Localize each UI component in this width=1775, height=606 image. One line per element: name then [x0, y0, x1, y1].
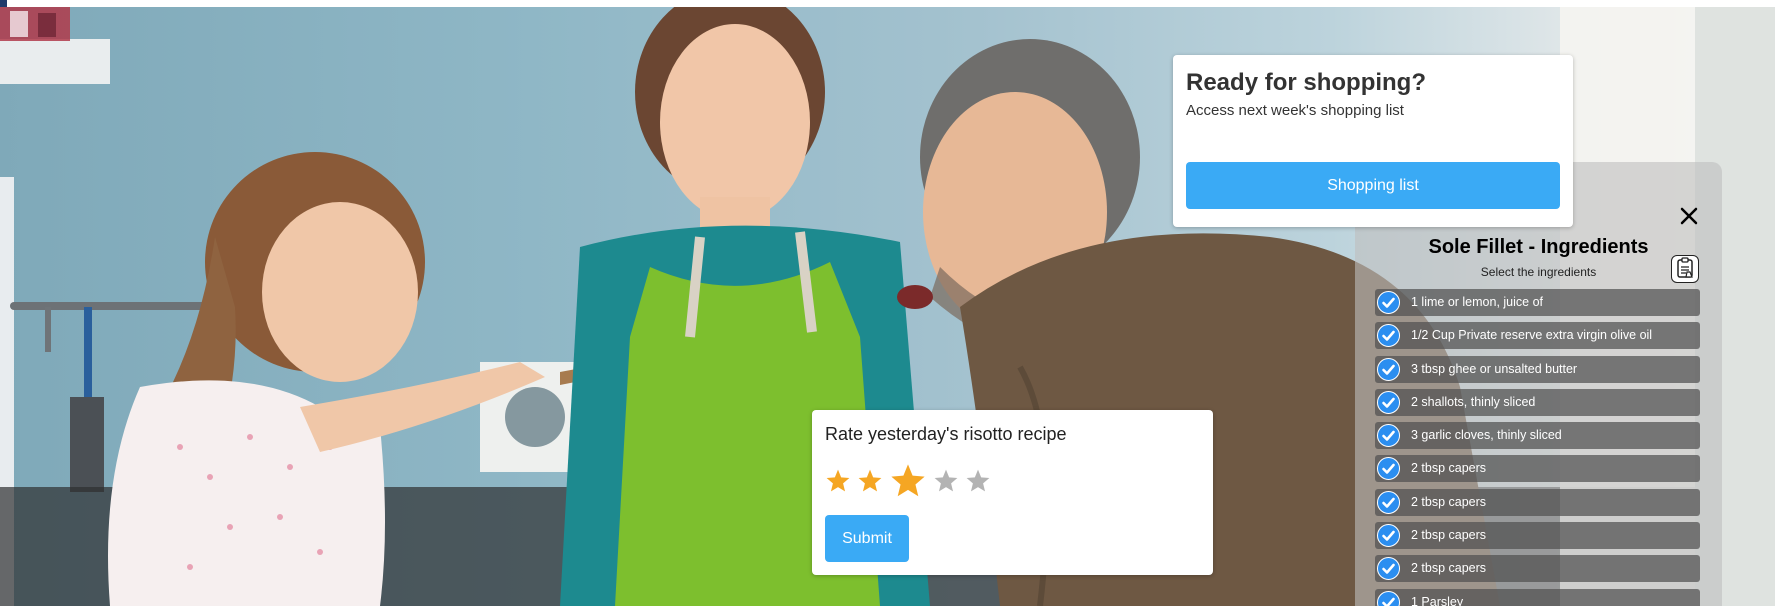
ingredient-row[interactable]: 2 shallots, thinly sliced — [1375, 388, 1700, 416]
shopping-card-subtitle: Access next week's shopping list — [1186, 102, 1404, 119]
ingredient-label: 2 shallots, thinly sliced — [1411, 394, 1536, 409]
ingredient-row[interactable]: 2 tbsp capers — [1375, 455, 1700, 483]
checked-icon[interactable] — [1377, 490, 1400, 514]
ingredients-subtitle: Select the ingredients — [1480, 265, 1597, 279]
checked-icon[interactable] — [1377, 524, 1400, 548]
submit-rating-button[interactable]: Submit — [825, 515, 909, 562]
ingredients-panel: Sole Fillet - Ingredients Select the ing… — [1355, 162, 1722, 606]
top-bar — [0, 0, 1775, 7]
checked-icon[interactable] — [1377, 324, 1400, 348]
ingredient-label: 1/2 Cup Private reserve extra virgin oli… — [1411, 328, 1653, 343]
star-icon-5[interactable] — [965, 468, 991, 499]
checked-icon[interactable] — [1377, 590, 1400, 606]
checked-icon[interactable] — [1377, 291, 1400, 314]
shopping-list-icon — [1676, 257, 1693, 278]
ingredient-label: 2 tbsp capers — [1411, 461, 1487, 476]
ingredient-row[interactable]: 1 Parsley — [1375, 588, 1700, 606]
shopping-list-button[interactable]: Shopping list — [1186, 162, 1560, 209]
rating-card: Rate yesterday's risotto recipe Submit — [812, 410, 1213, 575]
star-icon-3[interactable] — [889, 462, 927, 505]
star-icon-2[interactable] — [857, 468, 883, 499]
checked-icon[interactable] — [1377, 557, 1400, 581]
star-icon-4[interactable] — [933, 468, 959, 499]
ingredient-row[interactable]: 2 tbsp capers — [1375, 522, 1700, 550]
checked-icon[interactable] — [1377, 457, 1400, 481]
rating-title: Rate yesterday's risotto recipe — [825, 424, 1067, 444]
ingredient-row[interactable]: 2 tbsp capers — [1375, 488, 1700, 516]
ingredient-label: 1 lime or lemon, juice of — [1411, 295, 1544, 309]
ingredient-label: 2 tbsp capers — [1411, 561, 1487, 576]
ingredient-label: 3 garlic cloves, thinly sliced — [1411, 428, 1562, 443]
ingredient-label: 2 tbsp capers — [1411, 528, 1487, 543]
ingredient-label: 3 tbsp ghee or unsalted butter — [1411, 361, 1578, 376]
shopping-list-icon-button[interactable] — [1671, 255, 1699, 283]
ingredient-label: 2 tbsp capers — [1411, 494, 1487, 509]
star-icon-1[interactable] — [825, 468, 851, 499]
ingredient-row[interactable]: 3 tbsp ghee or unsalted butter — [1375, 355, 1700, 383]
ingredient-list: 1 lime or lemon, juice of 1/2 Cup Private… — [1375, 289, 1700, 606]
shopping-card: Ready for shopping? Access next week's s… — [1173, 55, 1573, 227]
ingredient-row[interactable]: 3 garlic cloves, thinly sliced — [1375, 422, 1700, 450]
ingredient-row[interactable]: 2 tbsp capers — [1375, 555, 1700, 583]
ingredient-label: 1 Parsley — [1411, 594, 1464, 606]
ingredients-title: Sole Fillet - Ingredients — [1428, 236, 1649, 258]
checked-icon[interactable] — [1377, 390, 1400, 414]
ingredient-row[interactable]: 1 lime or lemon, juice of — [1375, 289, 1700, 316]
ingredient-row[interactable]: 1/2 Cup Private reserve extra virgin oli… — [1375, 322, 1700, 350]
shopping-card-title: Ready for shopping? — [1186, 69, 1426, 96]
checked-icon[interactable] — [1377, 424, 1400, 448]
checked-icon[interactable] — [1377, 357, 1400, 381]
close-icon — [1680, 207, 1698, 225]
close-ingredients-button[interactable] — [1675, 202, 1703, 230]
